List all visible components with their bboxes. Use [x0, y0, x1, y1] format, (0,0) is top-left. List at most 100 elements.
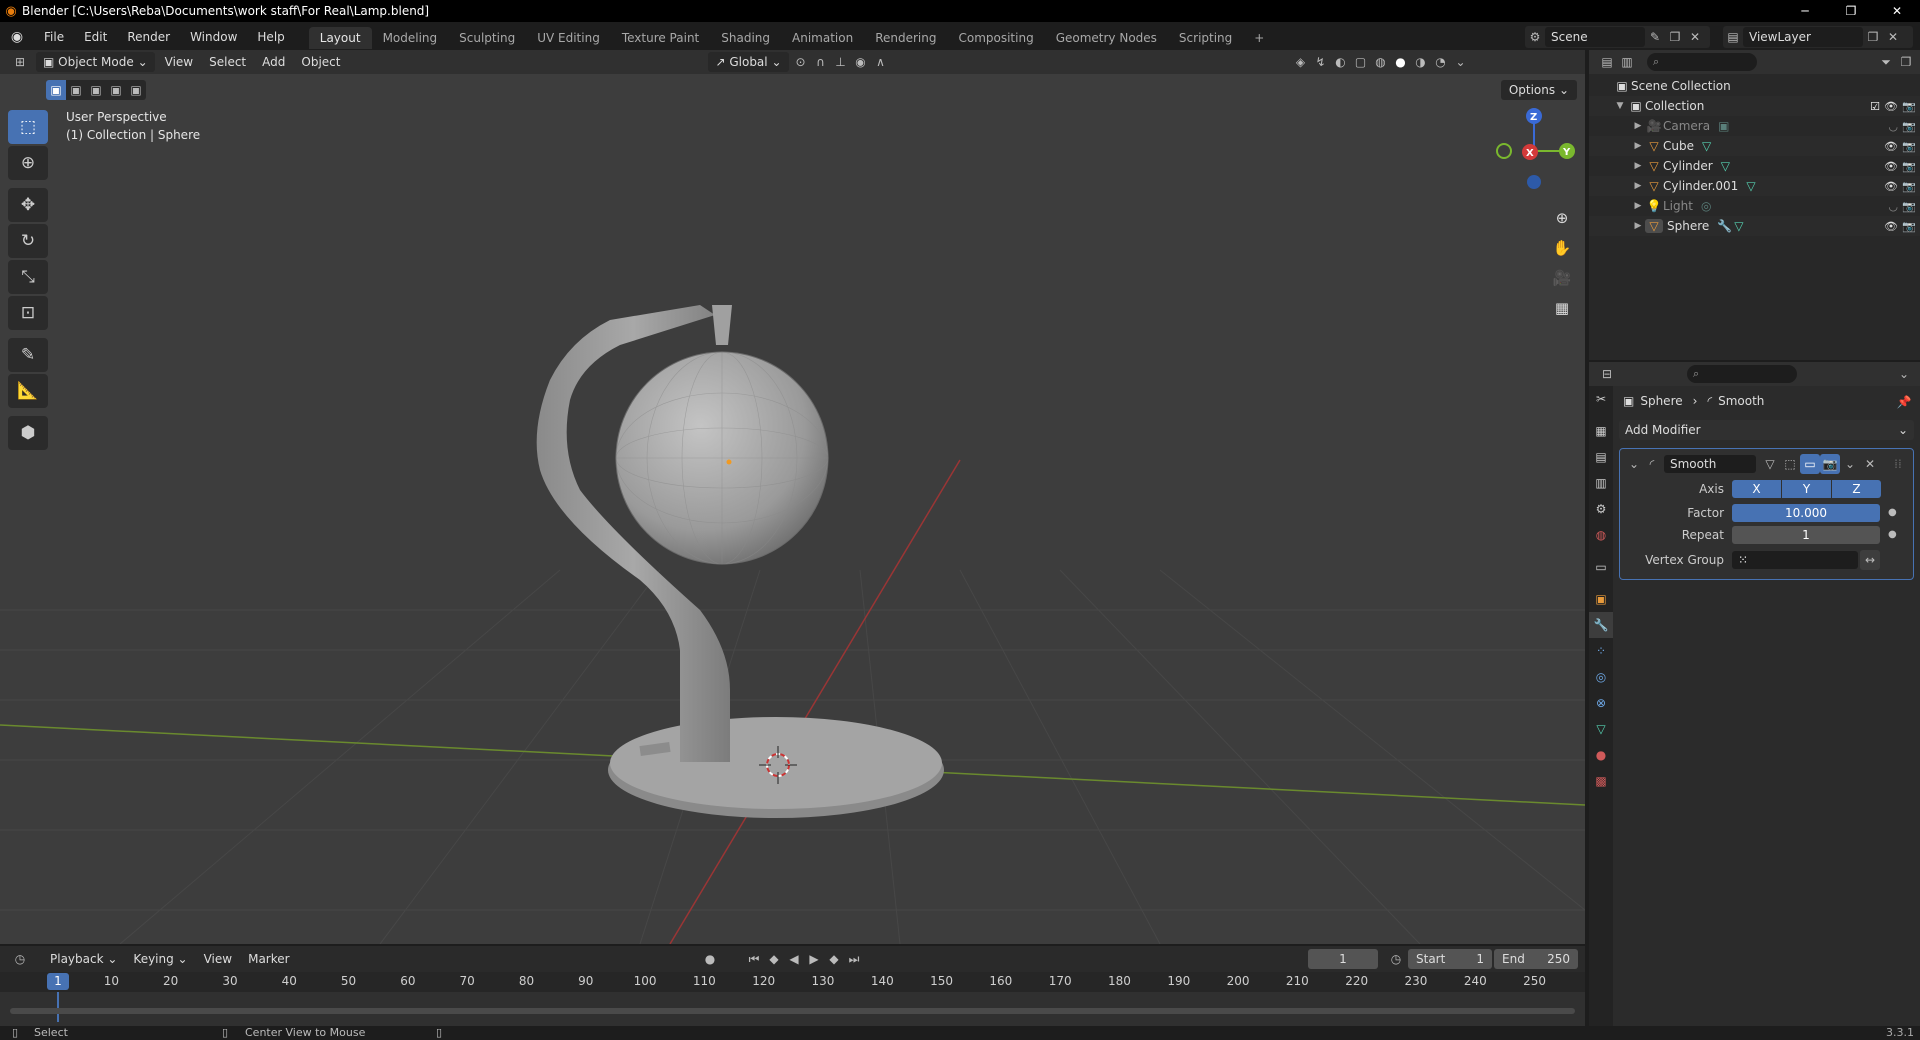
modifier-name-field[interactable]: Smooth [1664, 455, 1756, 473]
scale-tool[interactable]: ⤡ [8, 260, 48, 294]
outliner-item-sphere[interactable]: ▶ ▽ Sphere 🔧 ▽ 👁 📷 [1589, 216, 1920, 236]
filter-icon[interactable]: ⏷ [1876, 52, 1896, 72]
tab-modeling[interactable]: Modeling [372, 27, 449, 49]
eye-icon[interactable]: 👁 [1884, 220, 1898, 233]
tab-render[interactable]: ▦ [1589, 418, 1613, 444]
expand-icon[interactable]: ▶ [1631, 181, 1645, 191]
tab-scripting[interactable]: Scripting [1168, 27, 1243, 49]
tab-data[interactable]: ▽ [1589, 716, 1613, 742]
prev-keyframe-icon[interactable]: ◆ [764, 949, 784, 969]
keyframe-dot-icon[interactable]: ● [1888, 529, 1897, 540]
start-frame-field[interactable]: Start 1 [1408, 949, 1492, 969]
menu-render[interactable]: Render [117, 26, 180, 48]
select-invert-icon[interactable]: ▣ [106, 80, 126, 100]
view-layer-field[interactable]: ViewLayer [1743, 27, 1863, 47]
pan-hand-icon[interactable]: ✋ [1549, 235, 1575, 261]
expand-icon[interactable]: ▶ [1631, 161, 1645, 171]
end-frame-field[interactable]: End 250 [1494, 949, 1578, 969]
shading-options-icon[interactable]: ⌄ [1451, 52, 1471, 72]
perspective-toggle-icon[interactable]: ▦ [1549, 295, 1575, 321]
blender-menu-icon[interactable]: ◉ [0, 29, 34, 45]
tab-animation[interactable]: Animation [781, 27, 864, 49]
tab-texture-paint[interactable]: Texture Paint [611, 27, 710, 49]
timeline-scrollbar[interactable] [10, 1008, 1575, 1014]
tab-material[interactable]: ● [1589, 742, 1613, 768]
menu-select[interactable]: Select [201, 52, 254, 72]
eye-icon[interactable]: 👁 [1884, 160, 1898, 173]
render-camera-icon[interactable]: 📷 [1902, 160, 1916, 173]
select-intersect-icon[interactable]: ▣ [126, 80, 146, 100]
render-camera-icon[interactable]: 📷 [1902, 180, 1916, 193]
viewport-toggle-icon[interactable]: ▭ [1800, 454, 1820, 474]
solid-shading-icon[interactable]: ● [1391, 52, 1411, 72]
options-button[interactable]: Options ⌄ [1500, 80, 1577, 100]
menu-playback[interactable]: Playback ⌄ [42, 949, 125, 969]
edit-mode-toggle-icon[interactable]: ▽ [1760, 454, 1780, 474]
eye-icon[interactable]: 👁 [1884, 140, 1898, 153]
select-new-icon[interactable]: ▣ [46, 80, 66, 100]
tab-output[interactable]: ▤ [1589, 444, 1613, 470]
collection-checkbox-icon[interactable]: ☑ [1870, 100, 1880, 113]
tab-modifiers[interactable]: 🔧 [1589, 612, 1613, 638]
tab-geometry-nodes[interactable]: Geometry Nodes [1045, 27, 1168, 49]
transform-orientation-selector[interactable]: ↗ Global ⌄ [708, 52, 789, 72]
outliner-item-cylinder[interactable]: ▶ ▽ Cylinder ▽ 👁 📷 [1589, 156, 1920, 176]
outliner-item-cube[interactable]: ▶ ▽ Cube ▽ 👁 📷 [1589, 136, 1920, 156]
tab-texture[interactable]: ▩ [1589, 768, 1613, 794]
tab-physics[interactable]: ◎ [1589, 664, 1613, 690]
tab-rendering[interactable]: Rendering [864, 27, 947, 49]
axis-y-toggle[interactable]: Y [1782, 480, 1831, 498]
rotate-tool[interactable]: ↻ [8, 224, 48, 258]
tab-compositing[interactable]: Compositing [947, 27, 1044, 49]
tab-sculpting[interactable]: Sculpting [448, 27, 526, 49]
proportional-edit-icon[interactable]: ◉ [851, 52, 871, 72]
menu-edit[interactable]: Edit [74, 26, 117, 48]
expand-icon[interactable]: ▶ [1631, 121, 1645, 131]
tab-layout[interactable]: Layout [308, 27, 372, 49]
menu-object[interactable]: Object [293, 52, 348, 72]
playhead-frame-label[interactable]: 1 [47, 973, 69, 990]
render-camera-icon[interactable]: 📷 [1902, 120, 1916, 133]
modifier-menu-icon[interactable]: ⌄ [1840, 454, 1860, 474]
scene-name-field[interactable]: Scene [1545, 27, 1645, 47]
overlay-toggle-icon[interactable]: ◐ [1331, 52, 1351, 72]
outliner-search-input[interactable]: ⌕ [1647, 53, 1757, 71]
add-workspace-icon[interactable]: + [1243, 27, 1275, 49]
axis-x-toggle[interactable]: X [1732, 480, 1781, 498]
tab-scene[interactable]: ⚙ [1589, 496, 1613, 522]
drag-handle-icon[interactable]: ⁞⁞ [1888, 454, 1908, 474]
outliner-item-cylinder-001[interactable]: ▶ ▽ Cylinder.001 ▽ 👁 📷 [1589, 176, 1920, 196]
measure-tool[interactable]: 📐 [8, 374, 48, 408]
properties-editor-type-icon[interactable]: ⊟ [1597, 364, 1617, 384]
pivot-icon[interactable]: ⊙ [791, 52, 811, 72]
tab-particles[interactable]: ⁘ [1589, 638, 1613, 664]
tab-object[interactable]: ▣ [1589, 586, 1613, 612]
tab-uv-editing[interactable]: UV Editing [526, 27, 611, 49]
eye-icon[interactable]: 👁 [1884, 180, 1898, 193]
restore-icon[interactable]: ❐ [1828, 0, 1874, 22]
vertex-group-field[interactable]: ⁙ [1732, 551, 1858, 569]
outliner-item-light[interactable]: ▶ 💡 Light ◎ ◡ 📷 [1589, 196, 1920, 216]
collapse-chevron-icon[interactable]: ⌄ [1624, 454, 1644, 474]
mode-selector[interactable]: ▣ Object Mode ⌄ [36, 52, 155, 72]
view-layer-icon[interactable]: ▤ [1723, 27, 1743, 47]
expand-icon[interactable]: ▶ [1631, 221, 1645, 231]
invert-arrows-icon[interactable]: ↔ [1860, 550, 1880, 570]
menu-file[interactable]: File [34, 26, 74, 48]
expand-icon[interactable]: ▶ [1631, 201, 1645, 211]
camera-view-icon[interactable]: 🎥 [1549, 265, 1575, 291]
3d-viewport[interactable]: Z Y X ⊞ ▣ Object Mode ⌄ View Select Add … [0, 50, 1585, 944]
tab-collection[interactable]: ▭ [1589, 554, 1613, 580]
jump-start-icon[interactable]: ⏮ [744, 949, 764, 969]
current-frame-field[interactable]: 1 [1308, 949, 1378, 969]
render-camera-icon[interactable]: 📷 [1902, 100, 1916, 113]
menu-window[interactable]: Window [180, 26, 247, 48]
zoom-icon[interactable]: ⊕ [1549, 205, 1575, 231]
pin-icon[interactable]: ✎ [1645, 27, 1665, 47]
outliner-item-camera[interactable]: ▶ 🎥 Camera ▣ ◡ 📷 [1589, 116, 1920, 136]
play-reverse-icon[interactable]: ◀ [784, 949, 804, 969]
editor-type-icon[interactable]: ⊞ [10, 52, 30, 72]
properties-options-icon[interactable]: ⌄ [1894, 364, 1914, 384]
tab-world[interactable]: ◍ [1589, 522, 1613, 548]
render-camera-icon[interactable]: 📷 [1902, 140, 1916, 153]
